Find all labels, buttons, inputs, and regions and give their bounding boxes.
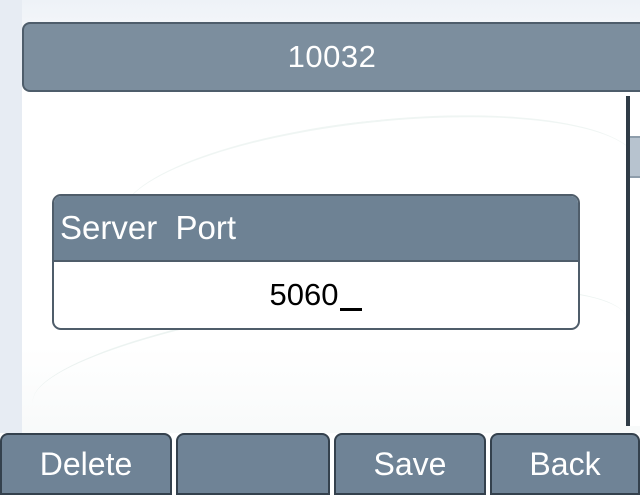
account-title-bar: 10032 [22,22,640,92]
server-port-value: 5060 [269,277,339,312]
server-port-label: Server Port [54,196,578,262]
scrollbar-thumb[interactable] [630,136,640,178]
phone-screen: 10032 Server Port 5060 Delete Save Back [0,0,640,495]
back-softkey[interactable]: Back [490,433,640,495]
scrollbar[interactable] [626,96,640,426]
text-cursor [340,308,363,311]
server-port-field[interactable]: Server Port 5060 [52,194,580,330]
softkey-bar: Delete Save Back [0,433,640,495]
left-edge-strip [0,0,22,433]
delete-softkey[interactable]: Delete [0,433,172,495]
server-port-input[interactable]: 5060 [54,262,578,328]
blank-softkey[interactable] [176,433,330,495]
save-softkey[interactable]: Save [334,433,486,495]
